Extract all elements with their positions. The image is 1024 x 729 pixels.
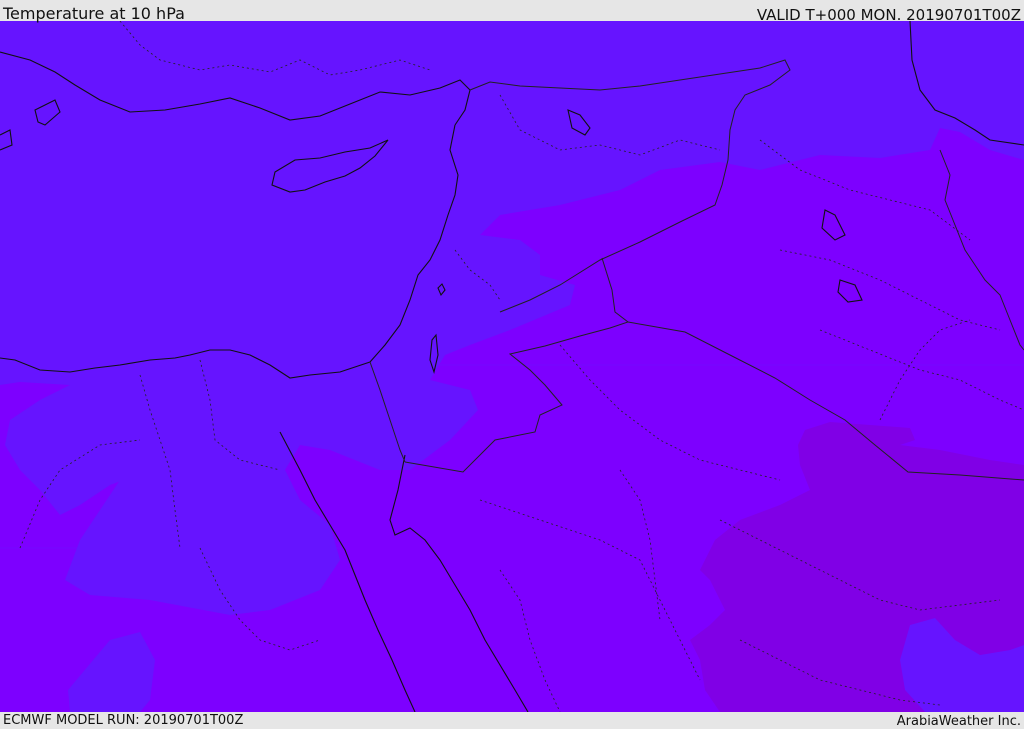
map-figure: Temperature at 10 hPa VALID T+000 MON. 2… [0,0,1024,729]
credit: ArabiaWeather Inc. [896,714,1021,729]
map-title: Temperature at 10 hPa [3,4,185,23]
temperature-map [0,21,1024,712]
model-run: ECMWF MODEL RUN: 20190701T00Z [3,713,244,728]
valid-time: VALID T+000 MON. 20190701T00Z [756,6,1021,24]
